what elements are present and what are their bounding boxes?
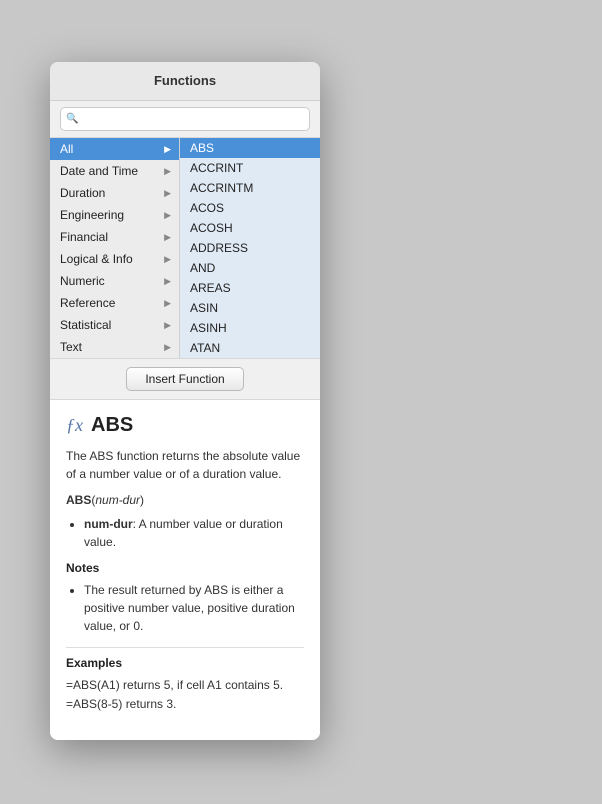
function-item-acosh[interactable]: ACOSH: [180, 218, 320, 238]
param-name-0: num-dur: [84, 517, 133, 531]
example-1: =ABS(8-5) returns 3.: [66, 695, 304, 714]
insert-function-button[interactable]: Insert Function: [126, 367, 243, 391]
insert-function-label: Insert Function: [145, 372, 224, 386]
desc-summary: The ABS function returns the absolute va…: [66, 447, 304, 483]
category-label-text: Text: [60, 340, 82, 354]
category-item-date-time[interactable]: Date and Time ▶: [50, 160, 179, 182]
functions-window: Functions All ▶ Date and Time ▶ Duration…: [50, 62, 320, 740]
function-item-abs[interactable]: ABS: [180, 138, 320, 158]
function-label-acos: ACOS: [190, 201, 224, 215]
chevron-icon-reference: ▶: [164, 298, 171, 309]
category-label-financial: Financial: [60, 230, 108, 244]
chevron-icon-numeric: ▶: [164, 276, 171, 287]
category-item-duration[interactable]: Duration ▶: [50, 182, 179, 204]
desc-header: ƒx ABS: [66, 414, 304, 437]
function-label-acosh: ACOSH: [190, 221, 233, 235]
example-0: =ABS(A1) returns 5, if cell A1 contains …: [66, 676, 304, 695]
search-bar: [50, 101, 320, 138]
function-list: ABS ACCRINT ACCRINTM ACOS ACOSH ADDRESS …: [180, 138, 320, 358]
function-item-accrintm[interactable]: ACCRINTM: [180, 178, 320, 198]
param-item-0: num-dur: A number value or duration valu…: [84, 515, 304, 551]
category-label-date-time: Date and Time: [60, 164, 138, 178]
desc-syntax: ABS(num-dur): [66, 493, 304, 507]
category-label-duration: Duration: [60, 186, 105, 200]
category-label-logical-info: Logical & Info: [60, 252, 133, 266]
search-icon-wrap: [60, 107, 310, 131]
category-item-all[interactable]: All ▶: [50, 138, 179, 160]
chevron-icon-duration: ▶: [164, 188, 171, 199]
category-label-engineering: Engineering: [60, 208, 124, 222]
function-item-atan[interactable]: ATAN: [180, 338, 320, 358]
category-label-reference: Reference: [60, 296, 115, 310]
category-item-numeric[interactable]: Numeric ▶: [50, 270, 179, 292]
function-item-asin[interactable]: ASIN: [180, 298, 320, 318]
function-label-atan: ATAN: [190, 341, 220, 355]
chevron-icon-logical-info: ▶: [164, 254, 171, 265]
desc-syntax-name: ABS: [66, 493, 91, 507]
category-item-reference[interactable]: Reference ▶: [50, 292, 179, 314]
category-item-engineering[interactable]: Engineering ▶: [50, 204, 179, 226]
chevron-icon-all: ▶: [164, 144, 171, 155]
chevron-icon-engineering: ▶: [164, 210, 171, 221]
fx-icon: ƒx: [66, 415, 83, 436]
function-item-asinh[interactable]: ASINH: [180, 318, 320, 338]
function-label-abs: ABS: [190, 141, 214, 155]
function-label-address: ADDRESS: [190, 241, 248, 255]
function-item-acos[interactable]: ACOS: [180, 198, 320, 218]
desc-syntax-paren-close: ): [140, 493, 144, 507]
window-title: Functions: [154, 73, 216, 88]
function-item-and[interactable]: AND: [180, 258, 320, 278]
description-panel: ƒx ABS The ABS function returns the abso…: [50, 400, 320, 740]
insert-bar: Insert Function: [50, 358, 320, 400]
category-list: All ▶ Date and Time ▶ Duration ▶ Enginee…: [50, 138, 180, 358]
category-label-numeric: Numeric: [60, 274, 105, 288]
chevron-icon-statistical: ▶: [164, 320, 171, 331]
note-item-0: The result returned by ABS is either a p…: [84, 581, 304, 635]
function-item-address[interactable]: ADDRESS: [180, 238, 320, 258]
panel-content: All ▶ Date and Time ▶ Duration ▶ Enginee…: [50, 138, 320, 358]
function-item-areas[interactable]: AREAS: [180, 278, 320, 298]
examples-heading: Examples: [66, 656, 304, 670]
desc-func-name: ABS: [91, 414, 133, 437]
category-item-statistical[interactable]: Statistical ▶: [50, 314, 179, 336]
divider: [66, 647, 304, 648]
category-label-statistical: Statistical: [60, 318, 111, 332]
category-item-financial[interactable]: Financial ▶: [50, 226, 179, 248]
function-item-accrint[interactable]: ACCRINT: [180, 158, 320, 178]
chevron-icon-financial: ▶: [164, 232, 171, 243]
notes-heading: Notes: [66, 561, 304, 575]
category-label-all: All: [60, 142, 73, 156]
function-label-asin: ASIN: [190, 301, 218, 315]
search-input[interactable]: [60, 107, 310, 131]
category-item-text[interactable]: Text ▶: [50, 336, 179, 358]
chevron-icon-date-time: ▶: [164, 166, 171, 177]
notes-list: The result returned by ABS is either a p…: [66, 581, 304, 635]
function-label-areas: AREAS: [190, 281, 231, 295]
examples-text: =ABS(A1) returns 5, if cell A1 contains …: [66, 676, 304, 714]
function-label-accrintm: ACCRINTM: [190, 181, 253, 195]
param-list: num-dur: A number value or duration valu…: [66, 515, 304, 551]
desc-syntax-param: num-dur: [95, 493, 140, 507]
category-item-logical-info[interactable]: Logical & Info ▶: [50, 248, 179, 270]
function-label-accrint: ACCRINT: [190, 161, 243, 175]
function-label-and: AND: [190, 261, 215, 275]
title-bar: Functions: [50, 62, 320, 101]
function-label-asinh: ASINH: [190, 321, 227, 335]
chevron-icon-text: ▶: [164, 342, 171, 353]
